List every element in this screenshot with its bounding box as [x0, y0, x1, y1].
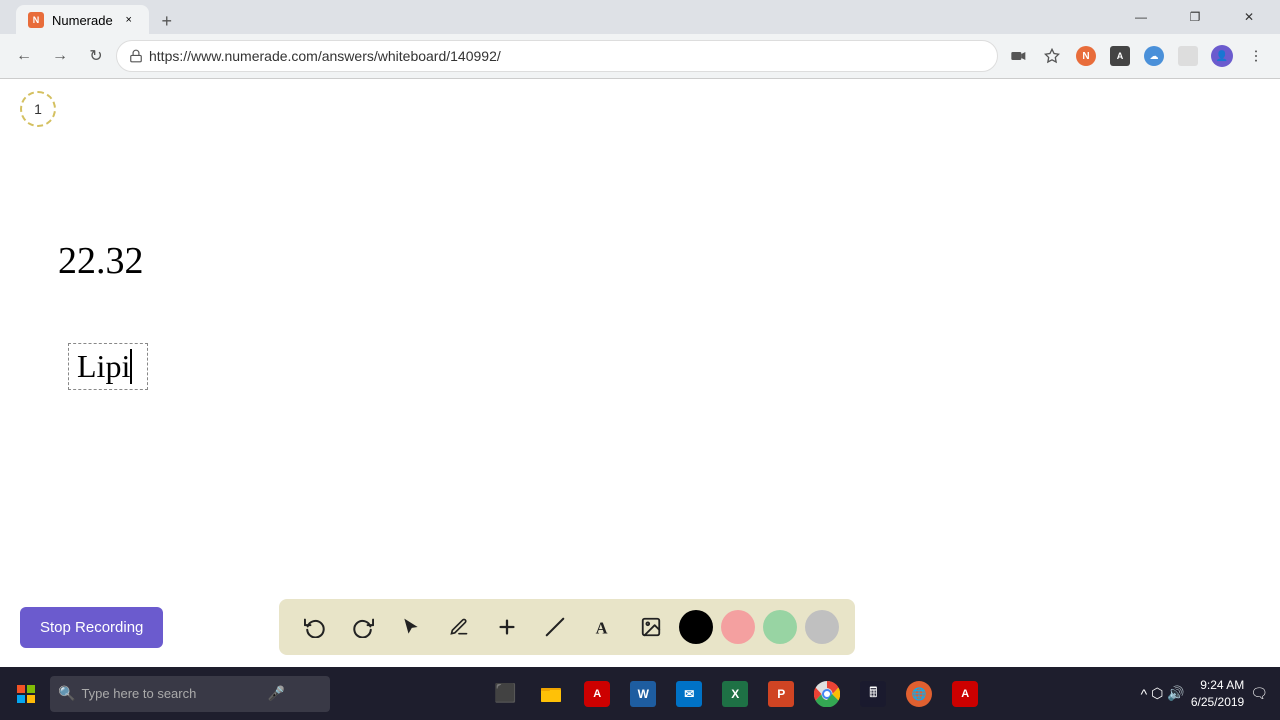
tab-favicon: N: [28, 12, 44, 28]
redo-button[interactable]: [343, 607, 383, 647]
bookmark-icon[interactable]: [1036, 40, 1068, 72]
drawing-toolbar: A: [279, 599, 855, 655]
active-tab[interactable]: N Numerade ×: [16, 5, 149, 35]
lock-icon: [129, 49, 143, 63]
taskbar-search[interactable]: 🔍 🎤: [50, 676, 330, 712]
title-bar: N Numerade × + — ❐ ✕: [0, 0, 1280, 34]
app3-icon[interactable]: A: [943, 672, 987, 716]
word-icon[interactable]: W: [621, 672, 665, 716]
excel-icon[interactable]: X: [713, 672, 757, 716]
address-text: https://www.numerade.com/answers/whitebo…: [149, 48, 985, 64]
svg-text:A: A: [596, 618, 608, 637]
microphone-icon: 🎤: [267, 685, 284, 702]
explorer-icon[interactable]: [529, 672, 573, 716]
color-green[interactable]: [763, 610, 797, 644]
extension4-icon[interactable]: [1172, 40, 1204, 72]
reload-button[interactable]: ↻: [80, 40, 112, 72]
close-button[interactable]: ✕: [1226, 3, 1272, 31]
notification-icon[interactable]: 🗨: [1250, 685, 1268, 702]
line-tool-button[interactable]: [535, 607, 575, 647]
chrome-icon[interactable]: [805, 672, 849, 716]
browser-chrome: N Numerade × + — ❐ ✕ ← → ↻ https://www.n…: [0, 0, 1280, 79]
nav-bar: ← → ↻ https://www.numerade.com/answers/w…: [0, 34, 1280, 78]
app1-icon[interactable]: A: [575, 672, 619, 716]
bottom-area: Stop Recording: [0, 587, 1280, 667]
menu-icon[interactable]: [1240, 40, 1272, 72]
new-tab-button[interactable]: +: [153, 7, 181, 35]
window-controls: — ❐ ✕: [1118, 3, 1272, 31]
volume-icon[interactable]: 🔊: [1167, 685, 1184, 702]
page-number-badge: 1: [20, 91, 56, 127]
taskbar-search-input[interactable]: [81, 686, 261, 701]
start-button[interactable]: [4, 672, 48, 716]
outlook-icon[interactable]: ✉: [667, 672, 711, 716]
taskbar: 🔍 🎤 ⬛ A W ✉ X P: [0, 667, 1280, 720]
stop-recording-button[interactable]: Stop Recording: [20, 607, 163, 648]
color-gray[interactable]: [805, 610, 839, 644]
calculator-icon[interactable]: 🖩: [851, 672, 895, 716]
tab-title: Numerade: [52, 13, 113, 28]
extension1-icon[interactable]: N: [1070, 40, 1102, 72]
maximize-button[interactable]: ❐: [1172, 3, 1218, 31]
clock-display[interactable]: 9:24 AM 6/25/2019: [1191, 677, 1244, 711]
text-cursor: [130, 349, 132, 384]
taskbar-app-icons: ⬛ A W ✉ X P: [332, 672, 1139, 716]
add-button[interactable]: [487, 607, 527, 647]
color-pink[interactable]: [721, 610, 755, 644]
pencil-tool-button[interactable]: [439, 607, 479, 647]
time-text: 9:24 AM: [1191, 677, 1244, 694]
nav-icons-right: N A ☁ 👤: [1002, 40, 1272, 72]
taskview-button[interactable]: ⬛: [483, 672, 527, 716]
select-tool-button[interactable]: [391, 607, 431, 647]
date-text: 6/25/2019: [1191, 694, 1244, 711]
user-profile-icon[interactable]: 👤: [1206, 40, 1238, 72]
tab-bar: N Numerade × +: [8, 0, 1118, 35]
network-icon[interactable]: ⬡: [1151, 685, 1163, 702]
color-black[interactable]: [679, 610, 713, 644]
system-tray-icons: ^ ⬡ 🔊: [1141, 685, 1185, 702]
text-tool-button[interactable]: A: [583, 607, 623, 647]
taskbar-right: ^ ⬡ 🔊 9:24 AM 6/25/2019 🗨: [1141, 677, 1276, 711]
text-box-content: Lipi: [77, 348, 130, 384]
text-input-box[interactable]: Lipi: [68, 343, 148, 390]
screen-record-icon[interactable]: [1002, 40, 1034, 72]
extension2-icon[interactable]: A: [1104, 40, 1136, 72]
app2-icon[interactable]: 🌐: [897, 672, 941, 716]
powerpoint-icon[interactable]: P: [759, 672, 803, 716]
address-bar[interactable]: https://www.numerade.com/answers/whitebo…: [116, 40, 998, 72]
tab-close-button[interactable]: ×: [121, 12, 137, 28]
back-button[interactable]: ←: [8, 40, 40, 72]
minimize-button[interactable]: —: [1118, 3, 1164, 31]
extension3-icon[interactable]: ☁: [1138, 40, 1170, 72]
search-icon: 🔍: [58, 685, 75, 702]
undo-button[interactable]: [295, 607, 335, 647]
image-tool-button[interactable]: [631, 607, 671, 647]
whiteboard: 1 22.32 Lipi: [0, 79, 1280, 581]
forward-button[interactable]: →: [44, 40, 76, 72]
page-number: 1: [34, 101, 42, 117]
main-content-text: 22.32: [58, 239, 144, 283]
tray-icon-1[interactable]: ^: [1141, 686, 1148, 702]
